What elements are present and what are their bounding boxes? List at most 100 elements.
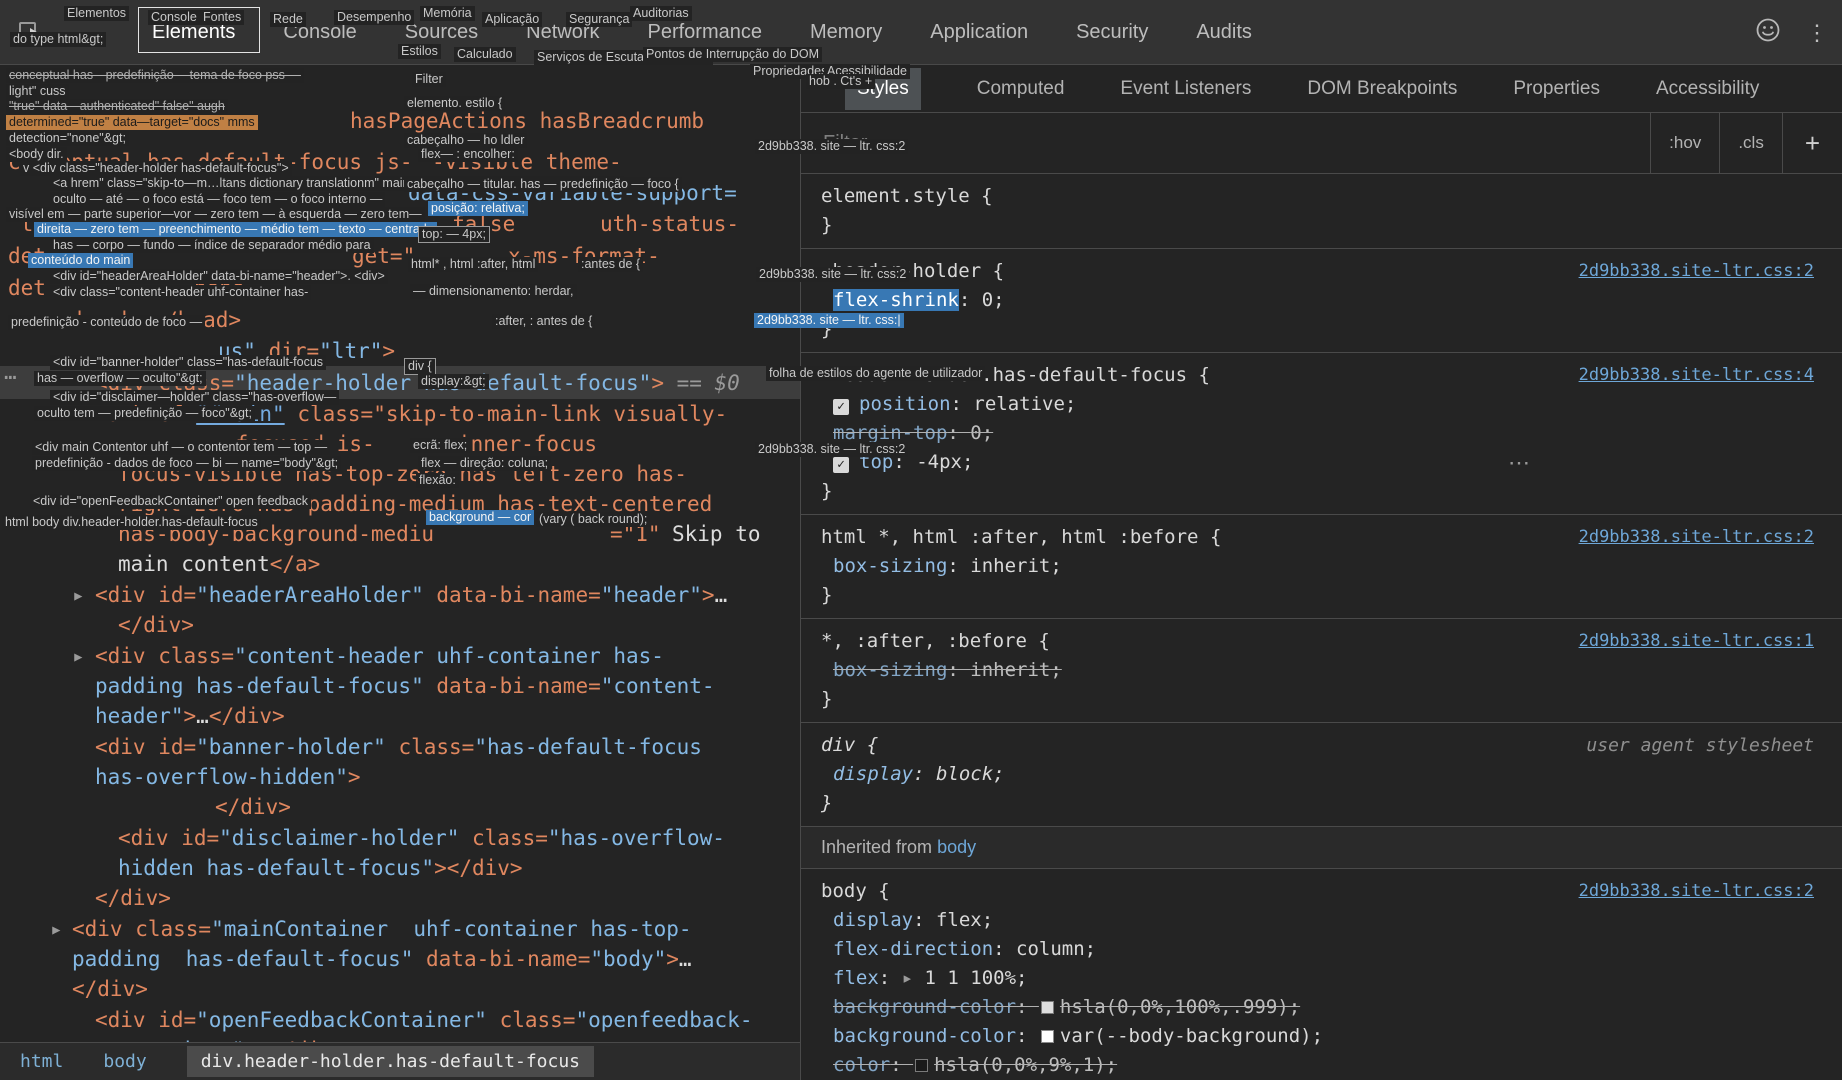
code-token: has-body-background-mediu — [118, 522, 434, 546]
selected-dom-node[interactable]: <div class="header-holder has-default-fo… — [95, 368, 740, 398]
dom-tree-fragment[interactable]: <a href="#main" class="skip-to-main-link… — [95, 399, 727, 429]
code-token: "header-holder has-default-focus" — [234, 371, 651, 395]
dom-tree-fragment[interactable]: <head>…</head> — [64, 305, 241, 335]
devtools-tab-memory[interactable]: Memory — [810, 21, 882, 44]
code-token: class= — [459, 826, 548, 850]
dom-tree-fragment[interactable]: <div id="disclaimer-holder" class="has-o… — [118, 823, 725, 853]
more-options-icon[interactable]: ⋮ — [1806, 19, 1828, 47]
dom-tree-fragment[interactable]: has-overflow-hidden"> — [95, 762, 361, 792]
dom-tree-fragment[interactable]: ▸ — [50, 914, 63, 944]
dom-tree-fragment[interactable]: hasPageActions hasBreadcrumb — [350, 106, 704, 136]
breadcrumb-item[interactable]: html — [20, 1051, 63, 1072]
code-token: ▸ — [50, 917, 63, 941]
code-token: data-bi-name= — [413, 947, 590, 971]
code-token: padding has-default-focus" — [72, 947, 413, 971]
dom-tree-fragment[interactable]: <div id="banner-holder" class="has-defau… — [95, 732, 702, 762]
dom-tree-fragment[interactable]: det — [8, 273, 46, 303]
dom-tree-fragment[interactable]: <div class="mainContainer uhf-container … — [72, 914, 692, 944]
code-token: x-ms-format- — [508, 244, 660, 268]
devtools-tab-application[interactable]: Application — [930, 21, 1028, 44]
code-token: padding has-default-focus" — [95, 674, 424, 698]
code-token: Skip to — [672, 522, 761, 546]
dom-tree-fragment[interactable]: as-inner-focus — [420, 429, 597, 459]
code-token: "#main" — [196, 402, 285, 426]
dom-tree-fragment[interactable]: <div class="content-header uhf-container… — [95, 641, 664, 671]
dom-tree-fragment[interactable]: false — [452, 209, 515, 239]
feedback-smiley-icon[interactable] — [1754, 16, 1782, 49]
code-token: "openfeedback- — [575, 1008, 752, 1032]
code-token: "openFeedbackContainer" — [196, 1008, 487, 1032]
code-token: has-overflow-hidden" — [95, 765, 348, 789]
code-token: <div class= — [72, 917, 211, 941]
dom-tree-fragment[interactable]: us" dir="ltr"> — [218, 336, 395, 366]
code-token: <div class= — [95, 644, 234, 668]
code-token: "banner-holder" — [196, 735, 386, 759]
dom-tree-fragment[interactable]: -visible theme- — [432, 147, 622, 177]
dom-tree-fragment[interactable]: </div> — [72, 974, 148, 1004]
devtools-tab-console[interactable]: Console — [283, 21, 356, 44]
dom-tree-fragment[interactable]: ▸ — [38, 305, 51, 335]
devtools-tab-elements[interactable]: Elements — [152, 21, 235, 44]
dom-tree-fragment[interactable]: -focused is- — [223, 429, 375, 459]
devtools-tab-security[interactable]: Security — [1076, 21, 1148, 44]
code-token: -focused is- — [223, 432, 375, 456]
code-token: > — [666, 947, 679, 971]
devtools-tab-sources[interactable]: Sources — [405, 21, 478, 44]
dom-tree-fragment[interactable]: </div> — [118, 610, 194, 640]
breadcrumb-item[interactable]: body — [103, 1051, 146, 1072]
code-token: <div id= — [95, 1008, 196, 1032]
dom-tree-fragment[interactable]: ▸ — [72, 641, 85, 671]
code-token: "tru — [8, 212, 59, 236]
dom-tree-fragment[interactable]: has-body-background-mediu — [118, 519, 434, 549]
devtools-tab-network[interactable]: Network — [526, 21, 599, 44]
code-token: <a href= — [95, 402, 196, 426]
dom-tree-fragment[interactable]: uth-status- — [600, 209, 739, 239]
dom-tree-fragment[interactable]: get=" — [352, 241, 415, 271]
dom-tree-fragment[interactable]: right-zero has-padding-medium has-text-c… — [118, 489, 712, 519]
code-token: det — [8, 276, 46, 300]
dom-tree-fragment[interactable]: conceptual has-default-focus js- — [8, 147, 413, 177]
code-token: … — [679, 947, 692, 971]
code-token: as-inner-focus — [420, 432, 597, 456]
dom-tree-fragment[interactable]: det — [8, 241, 46, 271]
dom-tree-fragment[interactable]: none — [194, 273, 245, 303]
code-token: hidden has-default-focus" — [118, 856, 434, 880]
dom-tree-fragment[interactable]: Skip to — [672, 519, 761, 549]
code-token: "content- — [601, 674, 715, 698]
code-token: data-bi-name= — [424, 583, 601, 607]
dom-tree-fragment[interactable]: padding has-default-focus" data-bi-name=… — [72, 944, 692, 974]
dom-tree-fragment[interactable]: padding has-default-focus" data-bi-name=… — [95, 671, 715, 701]
devtools-toolbar: Elements Console Sources Network Performance… — [0, 0, 1842, 65]
dom-tree-fragment[interactable]: focus-visible has-top-zero has left-zero… — [118, 459, 687, 489]
dom-tree-fragment[interactable]: ▸ — [72, 580, 85, 610]
devtools-tab-audits[interactable]: Audits — [1196, 21, 1252, 44]
code-token: class= — [386, 735, 475, 759]
dom-tree-fragment[interactable]: x-ms-format- — [508, 241, 660, 271]
code-token: <head> — [64, 308, 140, 332]
code-token: > — [184, 704, 197, 728]
code-token: conceptual has-default-focus js- — [8, 150, 413, 174]
code-token: get=" — [352, 244, 415, 268]
inspect-element-icon[interactable] — [16, 16, 46, 51]
code-token: </div> — [215, 795, 291, 819]
code-token: <div id= — [95, 583, 196, 607]
code-token: uth-status- — [600, 212, 739, 236]
code-token: ▸ — [72, 583, 85, 607]
code-token: ="1" — [610, 522, 661, 546]
code-token: ▸ — [38, 308, 51, 332]
dom-tree-fragment[interactable]: <div id="headerAreaHolder" data-bi-name=… — [95, 580, 727, 610]
devtools-tab-performance[interactable]: Performance — [648, 21, 763, 44]
dom-tree-fragment[interactable]: "tru — [8, 209, 59, 239]
dom-tree-fragment[interactable]: hidden has-default-focus"></div> — [118, 853, 523, 883]
breadcrumb-item[interactable]: div.header-holder.has-default-focus — [187, 1046, 594, 1077]
dom-tree-fragment[interactable]: <div id="openFeedbackContainer" class="o… — [95, 1005, 752, 1035]
code-token: </div> — [72, 977, 148, 1001]
dom-tree-fragment[interactable]: </div> — [95, 883, 171, 913]
code-token: ></div> — [434, 856, 523, 880]
dom-tree-fragment[interactable]: ="1" — [610, 519, 661, 549]
dom-tree-fragment[interactable]: main content</a> — [118, 549, 320, 579]
dom-tree-fragment[interactable]: ⋯ — [4, 362, 17, 392]
dom-tree-fragment[interactable]: header">…</div> — [95, 701, 285, 731]
dom-tree-fragment[interactable]: data-css-variable-support= — [408, 178, 737, 208]
dom-tree-fragment[interactable]: </div> — [215, 792, 291, 822]
